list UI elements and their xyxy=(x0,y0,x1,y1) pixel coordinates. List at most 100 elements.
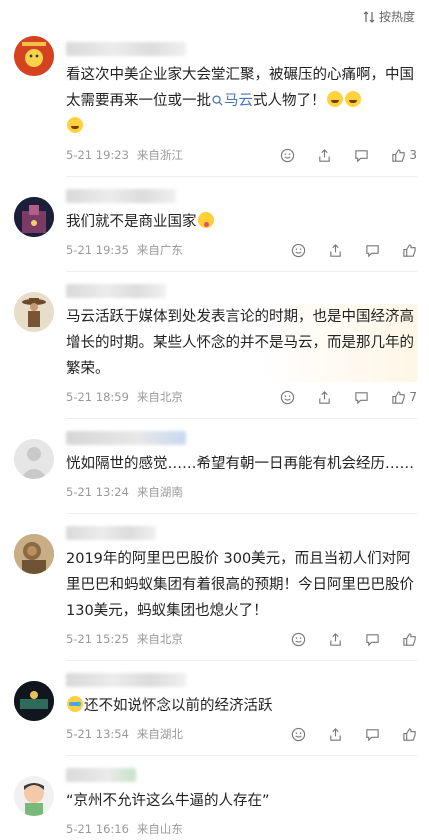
react-button[interactable] xyxy=(291,243,306,258)
comment-item: 还不如说怀念以前的经济活跃 5-21 13:54 来自湖北 xyxy=(0,673,429,756)
divider xyxy=(66,755,417,756)
comment-meta: 5-21 13:54 来自湖北 xyxy=(66,723,417,745)
comment-actions: 3 xyxy=(280,148,417,163)
comment-text: 2019年的阿里巴巴股价 300美元，而且当初人们对阿里巴巴和蚂蚁集团有着很高的… xyxy=(66,551,414,619)
avatar[interactable] xyxy=(14,439,54,479)
sort-icon xyxy=(363,10,375,23)
tongue-emoji-icon xyxy=(197,212,214,228)
divider xyxy=(66,271,417,272)
comment-time: 5-21 13:54 xyxy=(66,727,129,741)
comment-time: 5-21 18:59 xyxy=(66,390,129,404)
divider xyxy=(66,513,417,514)
comment-icon xyxy=(366,728,379,741)
comment-time: 5-21 19:35 xyxy=(66,243,129,257)
reply-button[interactable] xyxy=(365,243,380,258)
thumbs-up-icon xyxy=(403,727,416,741)
divider xyxy=(66,660,417,661)
repost-button[interactable] xyxy=(328,632,343,647)
thumbs-up-icon xyxy=(403,243,416,257)
smiley-icon xyxy=(291,632,306,646)
comment-actions: 7 xyxy=(280,390,417,405)
comment-location: 来自湖北 xyxy=(136,727,183,741)
like-button[interactable]: 7 xyxy=(391,390,417,405)
repost-button[interactable] xyxy=(317,148,332,163)
comment-item: “京州不允许这么牛逼的人存在” 5-21 16:16 来自山东 xyxy=(0,768,429,840)
comment-item: 恍如隔世的感觉……希望有朝一日再能有机会经历…… 5-21 13:24 来自湖南 xyxy=(0,431,429,514)
username-blurred[interactable] xyxy=(66,768,136,782)
react-button[interactable] xyxy=(291,727,306,742)
avatar[interactable] xyxy=(14,534,54,574)
comment-meta: 5-21 19:23 来自浙江 3 xyxy=(66,144,417,166)
avatar[interactable] xyxy=(14,681,54,721)
repost-button[interactable] xyxy=(317,390,332,405)
username-blurred[interactable] xyxy=(66,526,156,540)
avatar[interactable] xyxy=(14,292,54,332)
comment-time: 5-21 15:25 xyxy=(66,632,129,646)
like-count: 7 xyxy=(409,390,417,404)
username-blurred[interactable] xyxy=(66,431,186,445)
like-button[interactable] xyxy=(402,632,417,647)
comment-time: 5-21 19:23 xyxy=(66,148,129,162)
comment-text: 我们就不是商业国家 xyxy=(66,209,417,235)
like-button[interactable] xyxy=(402,243,417,258)
react-button[interactable] xyxy=(280,148,295,163)
comment-meta: 5-21 13:24 来自湖南 xyxy=(66,481,417,503)
laughing-emoji-icon xyxy=(67,117,83,133)
reply-button[interactable] xyxy=(365,727,380,742)
repost-button[interactable] xyxy=(328,243,343,258)
comment-item: 马云活跃于媒体到处发表言论的时期，也是中国经济高增长的时期。某些人怀念的并不是马… xyxy=(0,284,429,419)
sort-label: 按热度 xyxy=(378,10,415,24)
comment-icon xyxy=(355,391,369,404)
comment-location: 来自北京 xyxy=(136,632,183,646)
comment-meta: 5-21 18:59 来自北京 7 xyxy=(66,386,417,408)
react-button[interactable] xyxy=(280,390,295,405)
divider xyxy=(66,418,417,419)
react-button[interactable] xyxy=(291,632,306,647)
top-bar: 按热度 xyxy=(0,0,429,30)
like-count: 3 xyxy=(409,148,417,162)
comment-meta: 5-21 19:35 来自广东 xyxy=(66,239,417,261)
reply-button[interactable] xyxy=(354,390,369,405)
laughing-emoji-icon xyxy=(344,91,361,107)
comment-location: 来自浙江 xyxy=(136,148,183,162)
sort-by-popularity-button[interactable]: 按热度 xyxy=(363,8,415,25)
crying-emoji-icon xyxy=(67,696,83,712)
comment-location: 来自广东 xyxy=(136,243,183,257)
comment-icon xyxy=(355,149,369,162)
thumbs-up-icon xyxy=(403,632,416,646)
username-blurred[interactable] xyxy=(66,42,186,56)
thumbs-up-icon xyxy=(392,148,406,162)
share-icon xyxy=(319,390,331,404)
comment-time: 5-21 13:24 xyxy=(66,485,129,499)
like-button[interactable]: 3 xyxy=(391,148,417,163)
comment-text: 还不如说怀念以前的经济活跃 xyxy=(66,693,417,719)
comment-actions xyxy=(291,243,417,258)
reply-button[interactable] xyxy=(354,148,369,163)
username-blurred[interactable] xyxy=(66,189,176,203)
comment-item: 看这次中美企业家大会堂汇聚，被碾压的心痛啊，中国太需要再来一位或一批 马云式人物了… xyxy=(0,30,429,177)
comment-location: 来自湖南 xyxy=(136,485,183,499)
repost-button[interactable] xyxy=(328,727,343,742)
smiley-icon xyxy=(291,243,306,257)
avatar[interactable] xyxy=(14,36,54,76)
username-blurred[interactable] xyxy=(66,284,166,298)
search-link[interactable]: 马云 xyxy=(211,93,253,109)
share-icon xyxy=(330,243,341,257)
like-button[interactable] xyxy=(402,727,417,742)
comment-location: 来自山东 xyxy=(136,822,183,836)
comment-actions xyxy=(291,632,417,647)
smiley-icon xyxy=(291,727,306,741)
share-icon xyxy=(330,632,341,646)
comment-actions xyxy=(291,727,417,742)
avatar[interactable] xyxy=(14,776,54,816)
comment-text: 恍如隔世的感觉……希望有朝一日再能有机会经历…… xyxy=(66,456,414,472)
comment-item: 我们就不是商业国家 5-21 19:35 来自广东 xyxy=(0,189,429,272)
comment-text: 看这次中美企业家大会堂汇聚，被碾压的心痛啊，中国太需要再来一位或一批 马云式人物了… xyxy=(66,62,417,140)
avatar[interactable] xyxy=(14,197,54,237)
comment-meta: 5-21 16:16 来自山东 xyxy=(66,818,417,840)
divider xyxy=(66,176,417,177)
comment-icon xyxy=(366,633,379,646)
reply-button[interactable] xyxy=(365,632,380,647)
thumbs-up-icon xyxy=(392,390,406,404)
username-blurred[interactable] xyxy=(66,673,186,687)
